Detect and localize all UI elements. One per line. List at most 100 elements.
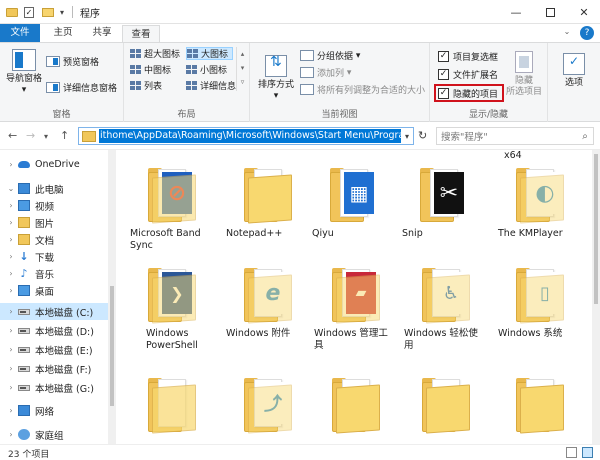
chevron-down-icon[interactable]: ⌄ xyxy=(6,184,16,193)
chevron-down-icon[interactable]: ⌄ xyxy=(560,27,574,39)
chevron-right-icon[interactable]: › xyxy=(6,286,16,295)
nav-item-label: 本地磁盘 (F:) xyxy=(35,364,92,376)
refresh-button[interactable]: ↻ xyxy=(418,129,427,142)
address-bar[interactable]: ithome\AppData\Roaming\Microsoft\Windows… xyxy=(78,127,414,145)
forward-button[interactable]: → xyxy=(26,129,35,142)
file-extensions-toggle[interactable]: ✓ 文件扩展名 xyxy=(438,67,498,81)
file-item-ease-of-access[interactable]: ♿ Windows 轻松使用 xyxy=(404,266,492,352)
file-item-notepadpp[interactable]: Notepad++ xyxy=(226,166,314,240)
chevron-right-icon[interactable]: › xyxy=(6,252,16,261)
address-path[interactable]: ithome\AppData\Roaming\Microsoft\Windows… xyxy=(99,129,401,143)
details-pane-button[interactable]: 详细信息窗格 xyxy=(46,81,117,94)
nav-item-downloads[interactable]: › ↓ 下载 xyxy=(0,248,116,265)
layout-medium-icons[interactable]: 中图标 xyxy=(130,63,171,76)
close-button[interactable]: ✕ xyxy=(568,0,600,24)
tab-view[interactable]: 查看 xyxy=(122,25,160,43)
hidden-items-toggle[interactable]: ✓ 隐藏的项目 xyxy=(434,84,505,102)
file-item-qiyu[interactable]: ▦ Qiyu xyxy=(312,166,400,240)
hide-selected-button[interactable]: 隐藏 所选项目 xyxy=(504,51,544,98)
x64-folder-label[interactable]: x64 xyxy=(504,150,522,161)
admin-tools-icon: ▰ xyxy=(332,266,384,324)
chevron-right-icon[interactable]: › xyxy=(6,269,16,278)
nav-item-drive-c[interactable]: › 本地磁盘 (C:) xyxy=(0,303,116,320)
nav-item-this-pc[interactable]: ⌄ 此电脑 xyxy=(0,180,116,197)
content-scroll-thumb[interactable] xyxy=(594,154,598,304)
up-button[interactable]: ↑ xyxy=(60,129,69,142)
layout-extra-large-icons[interactable]: 超大图标 xyxy=(130,47,180,60)
item-count: 23 个项目 xyxy=(8,450,50,460)
tab-share[interactable]: 共享 xyxy=(84,24,120,42)
nav-item-pictures[interactable]: › 图片 xyxy=(0,214,116,231)
file-item[interactable] xyxy=(314,376,402,434)
nav-item-drive-e[interactable]: › 本地磁盘 (E:) xyxy=(0,341,116,358)
nav-item-network[interactable]: › 网络 xyxy=(0,402,116,419)
chevron-right-icon[interactable]: › xyxy=(6,383,16,392)
nav-item-drive-f[interactable]: › 本地磁盘 (F:) xyxy=(0,360,116,377)
chevron-right-icon[interactable]: › xyxy=(6,307,16,316)
chevron-down-icon[interactable]: ▾ xyxy=(401,132,413,141)
layout-scroll[interactable]: ▴ ▾ ▿ xyxy=(236,47,248,91)
file-item-windows-system[interactable]: ▯ Windows 系统 xyxy=(498,266,586,340)
hide-selected-label-line2: 所选项目 xyxy=(505,87,542,97)
nav-item-drive-d[interactable]: › 本地磁盘 (D:) xyxy=(0,322,116,339)
recent-locations-button[interactable]: ▾ xyxy=(44,132,48,141)
new-folder-icon[interactable] xyxy=(42,4,56,20)
layout-label: 大图标 xyxy=(201,50,229,60)
customize-quick-access-icon[interactable]: ▾ xyxy=(60,4,70,20)
details-view-icon[interactable] xyxy=(566,447,577,458)
file-item[interactable] xyxy=(498,376,586,434)
nav-item-music[interactable]: › ♪ 音乐 xyxy=(0,265,116,282)
file-item-powershell[interactable]: ❯ Windows PowerShell xyxy=(130,266,218,352)
file-item-snip[interactable]: ✂ Snip xyxy=(402,166,490,240)
file-item[interactable] xyxy=(404,376,492,434)
search-input[interactable]: 搜索"程序" xyxy=(437,129,577,143)
chevron-right-icon[interactable]: › xyxy=(6,364,16,373)
file-item-windows-accessories[interactable]: e Windows 附件 xyxy=(226,266,314,340)
windows-accessories-icon: e xyxy=(244,266,296,324)
file-item-kmplayer[interactable]: ◐ The KMPlayer xyxy=(498,166,586,240)
tab-file[interactable]: 文件 xyxy=(0,24,40,42)
nav-item-label: 家庭组 xyxy=(35,430,64,442)
add-columns-button[interactable]: 添加列 ▾ xyxy=(300,66,351,79)
onedrive-icon xyxy=(18,161,30,168)
options-button[interactable]: 选项 xyxy=(554,53,594,89)
file-item[interactable] xyxy=(130,376,218,434)
chevron-right-icon[interactable]: › xyxy=(6,160,16,169)
fit-columns-button[interactable]: 将所有列调整为合适的大小 xyxy=(300,83,425,96)
layout-details[interactable]: 详细信息 xyxy=(186,79,236,92)
item-checkboxes-toggle[interactable]: ✓ 项目复选框 xyxy=(438,49,498,63)
sort-by-button[interactable]: 排序方式 ▾ xyxy=(256,55,296,102)
layout-list[interactable]: 列表 xyxy=(130,79,162,92)
maximize-button[interactable] xyxy=(534,0,566,24)
nav-item-videos[interactable]: › 视频 xyxy=(0,197,116,214)
search-box[interactable]: 搜索"程序" ⌕ xyxy=(436,127,594,145)
file-item-admin-tools[interactable]: ▰ Windows 管理工具 xyxy=(314,266,402,352)
chevron-right-icon[interactable]: › xyxy=(6,218,16,227)
chevron-right-icon[interactable]: › xyxy=(6,235,16,244)
nav-item-desktop[interactable]: › 桌面 xyxy=(0,282,116,299)
layout-small-icons[interactable]: 小图标 xyxy=(186,63,227,76)
nav-item-documents[interactable]: › 文档 xyxy=(0,231,116,248)
nav-item-onedrive[interactable]: › OneDrive xyxy=(0,156,116,173)
chevron-right-icon[interactable]: › xyxy=(6,201,16,210)
file-item[interactable]: ⤴ xyxy=(226,376,314,434)
preview-pane-button[interactable]: 预览窗格 xyxy=(46,55,99,68)
nav-pane-scroll-thumb[interactable] xyxy=(110,286,114,406)
layout-large-icons[interactable]: 大图标 xyxy=(186,47,234,60)
layout-label: 超大图标 xyxy=(144,50,181,60)
chevron-right-icon[interactable]: › xyxy=(6,406,16,415)
properties-icon[interactable]: ✓ xyxy=(24,4,38,20)
file-item-microsoft-band-sync[interactable]: ⊘ Microsoft Band Sync xyxy=(130,166,218,252)
nav-item-drive-g[interactable]: › 本地磁盘 (G:) xyxy=(0,379,116,396)
tab-home[interactable]: 主页 xyxy=(44,24,82,42)
nav-pane-button[interactable]: 导航窗格 ▾ xyxy=(4,49,44,96)
minimize-button[interactable]: — xyxy=(500,0,532,24)
nav-item-homegroup[interactable]: › 家庭组 xyxy=(0,426,116,443)
chevron-right-icon[interactable]: › xyxy=(6,326,16,335)
large-icons-view-icon[interactable] xyxy=(582,447,593,458)
back-button[interactable]: ← xyxy=(8,129,17,142)
chevron-right-icon[interactable]: › xyxy=(6,430,16,439)
group-by-button[interactable]: 分组依据 ▾ xyxy=(300,49,360,62)
chevron-right-icon[interactable]: › xyxy=(6,345,16,354)
help-icon[interactable]: ? xyxy=(580,26,594,40)
